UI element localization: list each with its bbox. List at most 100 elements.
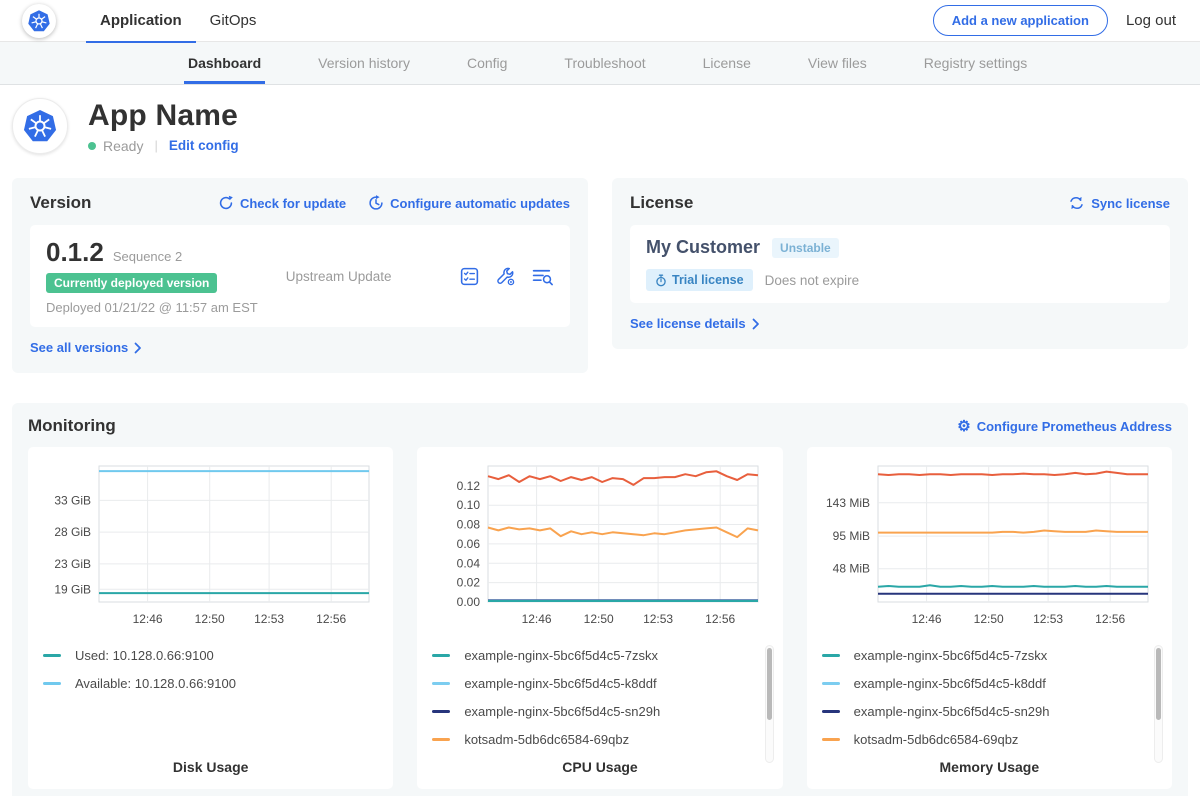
svg-text:12:53: 12:53 bbox=[1033, 612, 1063, 626]
cpu-usage-chart-plot: 12:4612:5012:5312:560.120.100.080.060.04… bbox=[432, 460, 766, 630]
legend-item: Available: 10.128.0.66:9100 bbox=[43, 669, 378, 697]
legend-label: Used: 10.128.0.66:9100 bbox=[75, 648, 214, 663]
sync-icon bbox=[1068, 195, 1085, 211]
svg-text:12:50: 12:50 bbox=[973, 612, 1003, 626]
chart-title: CPU Usage bbox=[432, 759, 767, 777]
legend-dash-icon bbox=[822, 654, 840, 657]
svg-text:48 MiB: 48 MiB bbox=[832, 562, 869, 576]
divider: | bbox=[154, 138, 157, 153]
add-application-button[interactable]: Add a new application bbox=[933, 5, 1108, 36]
tab-application-label: Application bbox=[100, 12, 182, 29]
svg-text:0.00: 0.00 bbox=[457, 595, 481, 609]
chart-title: Disk Usage bbox=[43, 759, 378, 777]
legend-label: example-nginx-5bc6f5d4c5-sn29h bbox=[464, 704, 660, 719]
deployed-badge: Currently deployed version bbox=[46, 273, 217, 293]
topbar: Application GitOps Add a new application… bbox=[0, 0, 1200, 42]
chart-card: 12:4612:5012:5312:56143 MiB95 MiB48 MiB … bbox=[807, 447, 1172, 789]
svg-text:23 GiB: 23 GiB bbox=[54, 557, 91, 571]
svg-text:33 GiB: 33 GiB bbox=[54, 493, 91, 507]
legend-dash-icon bbox=[822, 682, 840, 685]
legend-label: Available: 10.128.0.66:9100 bbox=[75, 676, 236, 691]
scrollbar-thumb[interactable] bbox=[767, 648, 772, 720]
tab-dashboard[interactable]: Dashboard bbox=[188, 42, 261, 84]
logout-button[interactable]: Log out bbox=[1126, 12, 1176, 29]
release-notes-button[interactable] bbox=[459, 266, 480, 287]
configure-automatic-updates-label: Configure automatic updates bbox=[390, 196, 570, 211]
license-detail-card: My Customer Unstable Trial license Does … bbox=[630, 225, 1170, 303]
see-all-versions-label: See all versions bbox=[30, 340, 128, 355]
tab-view-files[interactable]: View files bbox=[808, 42, 867, 84]
license-type-label: Trial license bbox=[672, 273, 744, 287]
status-text: Ready bbox=[103, 138, 143, 154]
legend-dash-icon bbox=[822, 710, 840, 713]
svg-text:12:53: 12:53 bbox=[254, 612, 284, 626]
chart-title: Memory Usage bbox=[822, 759, 1157, 777]
legend-item: example-nginx-5bc6f5d4c5-7zskx bbox=[822, 641, 1157, 669]
upstream-update-label: Upstream Update bbox=[258, 269, 459, 284]
legend-item: kotsadm-5db6dc6584-69qbz bbox=[822, 725, 1157, 753]
tab-gitops-label: GitOps bbox=[210, 12, 257, 29]
legend-label: example-nginx-5bc6f5d4c5-7zskx bbox=[854, 648, 1048, 663]
tab-registry-settings[interactable]: Registry settings bbox=[924, 42, 1027, 84]
configure-automatic-updates-link[interactable]: Configure automatic updates bbox=[368, 195, 570, 211]
svg-text:12:56: 12:56 bbox=[316, 612, 346, 626]
legend-label: example-nginx-5bc6f5d4c5-k8ddf bbox=[464, 676, 656, 691]
tab-config[interactable]: Config bbox=[467, 42, 507, 84]
see-license-details-link[interactable]: See license details bbox=[630, 316, 760, 331]
kubernetes-app-icon bbox=[22, 108, 58, 144]
app-header: App Name Ready | Edit config bbox=[0, 85, 1200, 170]
legend-item: example-nginx-5bc6f5d4c5-sn29h bbox=[432, 697, 767, 725]
chart-legend: example-nginx-5bc6f5d4c5-7zskx example-ng… bbox=[822, 641, 1157, 753]
tab-version-history[interactable]: Version history bbox=[318, 42, 410, 84]
channel-badge: Unstable bbox=[772, 238, 839, 258]
memory-usage-chart-plot: 12:4612:5012:5312:56143 MiB95 MiB48 MiB bbox=[822, 460, 1156, 630]
chart-legend: example-nginx-5bc6f5d4c5-7zskx example-ng… bbox=[432, 641, 767, 753]
legend-item: example-nginx-5bc6f5d4c5-k8ddf bbox=[822, 669, 1157, 697]
license-expiry: Does not expire bbox=[765, 273, 860, 288]
svg-text:12:56: 12:56 bbox=[1095, 612, 1125, 626]
sync-license-label: Sync license bbox=[1091, 196, 1170, 211]
legend-scrollbar[interactable] bbox=[765, 645, 774, 763]
stopwatch-icon bbox=[655, 274, 667, 287]
view-deploy-logs-button[interactable] bbox=[531, 266, 554, 287]
check-for-update-link[interactable]: Check for update bbox=[218, 195, 346, 211]
tab-application[interactable]: Application bbox=[86, 0, 196, 42]
svg-text:12:50: 12:50 bbox=[195, 612, 225, 626]
svg-text:12:56: 12:56 bbox=[706, 612, 736, 626]
svg-text:12:46: 12:46 bbox=[133, 612, 163, 626]
svg-text:12:50: 12:50 bbox=[584, 612, 614, 626]
chevron-right-icon bbox=[752, 318, 760, 330]
tab-gitops[interactable]: GitOps bbox=[196, 0, 271, 42]
kubernetes-logo bbox=[22, 4, 56, 38]
preflight-checks-button[interactable] bbox=[495, 266, 516, 287]
license-panel: License Sync license My Customer Unstabl… bbox=[612, 178, 1188, 349]
kubernetes-logo-icon bbox=[27, 9, 51, 33]
scrollbar-thumb[interactable] bbox=[1156, 648, 1161, 720]
tab-troubleshoot[interactable]: Troubleshoot bbox=[564, 42, 645, 84]
chart-legend: Used: 10.128.0.66:9100 Available: 10.128.… bbox=[43, 641, 378, 697]
wrench-gear-icon bbox=[495, 266, 516, 287]
legend-dash-icon bbox=[432, 682, 450, 685]
legend-label: example-nginx-5bc6f5d4c5-sn29h bbox=[854, 704, 1050, 719]
refresh-icon bbox=[218, 195, 234, 211]
legend-dash-icon bbox=[43, 654, 61, 657]
customer-name: My Customer bbox=[646, 237, 760, 258]
see-all-versions-link[interactable]: See all versions bbox=[30, 340, 142, 355]
license-type-badge: Trial license bbox=[646, 269, 753, 291]
legend-label: kotsadm-5db6dc6584-69qbz bbox=[854, 732, 1019, 747]
edit-config-link[interactable]: Edit config bbox=[169, 138, 239, 153]
legend-dash-icon bbox=[43, 682, 61, 685]
tab-license[interactable]: License bbox=[703, 42, 751, 84]
chart-card: 12:4612:5012:5312:560.120.100.080.060.04… bbox=[417, 447, 782, 789]
version-sequence: Sequence 2 bbox=[113, 249, 182, 264]
configure-prometheus-link[interactable]: ⚙ Configure Prometheus Address bbox=[957, 419, 1172, 434]
monitoring-panel: Monitoring ⚙ Configure Prometheus Addres… bbox=[12, 403, 1188, 796]
sync-license-link[interactable]: Sync license bbox=[1068, 195, 1170, 211]
checklist-icon bbox=[459, 266, 480, 287]
legend-scrollbar[interactable] bbox=[1154, 645, 1163, 763]
disk-usage-chart-plot: 12:4612:5012:5312:5633 GiB28 GiB23 GiB19… bbox=[43, 460, 377, 630]
svg-text:12:46: 12:46 bbox=[522, 612, 552, 626]
monitoring-title: Monitoring bbox=[28, 416, 116, 436]
legend-label: kotsadm-5db6dc6584-69qbz bbox=[464, 732, 629, 747]
legend-label: example-nginx-5bc6f5d4c5-7zskx bbox=[464, 648, 658, 663]
